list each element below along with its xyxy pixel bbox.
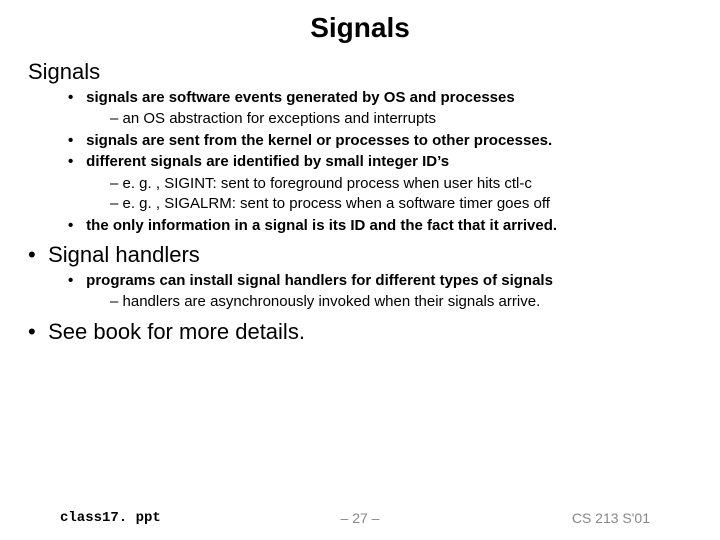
slide-title: Signals <box>0 0 720 52</box>
sub-bullet: – an OS abstraction for exceptions and i… <box>110 109 692 129</box>
slide-footer: class17. ppt – 27 – CS 213 S'01 <box>0 510 720 526</box>
section-heading-signals: Signals <box>28 58 692 86</box>
bullet-icon: • <box>68 152 82 172</box>
section-heading-seebook: • See book for more details. <box>28 318 692 346</box>
bullet-text: the only information in a signal is its … <box>86 217 557 234</box>
sub-bullet: – handlers are asynchronously invoked wh… <box>110 292 692 312</box>
bullet-text: programs can install signal handlers for… <box>86 272 553 289</box>
bullet-text: signals are sent from the kernel or proc… <box>86 132 552 149</box>
section-heading-handlers: • Signal handlers <box>28 241 692 269</box>
heading-text: See book for more details. <box>48 319 305 344</box>
sub-bullet: – e. g. , SIGALRM: sent to process when … <box>110 194 692 214</box>
sub-bullet: – e. g. , SIGINT: sent to foreground pro… <box>110 174 692 194</box>
bullet: • different signals are identified by sm… <box>68 152 692 172</box>
bullet-icon: • <box>68 216 82 236</box>
slide: Signals Signals • signals are software e… <box>0 0 720 540</box>
bullet: • programs can install signal handlers f… <box>68 271 692 291</box>
bullet-text: signals are software events generated by… <box>86 89 515 106</box>
bullet-text: different signals are identified by smal… <box>86 153 449 170</box>
footer-page-number: – 27 – <box>0 510 720 526</box>
bullet-icon: • <box>68 271 82 291</box>
bullet-icon: • <box>68 131 82 151</box>
bullet: • signals are sent from the kernel or pr… <box>68 131 692 151</box>
bullet-icon: • <box>28 318 42 346</box>
bullet: • signals are software events generated … <box>68 88 692 108</box>
heading-text: Signal handlers <box>48 242 200 267</box>
slide-content: Signals • signals are software events ge… <box>0 58 720 345</box>
bullet: • the only information in a signal is it… <box>68 216 692 236</box>
bullet-icon: • <box>68 88 82 108</box>
bullet-icon: • <box>28 241 42 269</box>
